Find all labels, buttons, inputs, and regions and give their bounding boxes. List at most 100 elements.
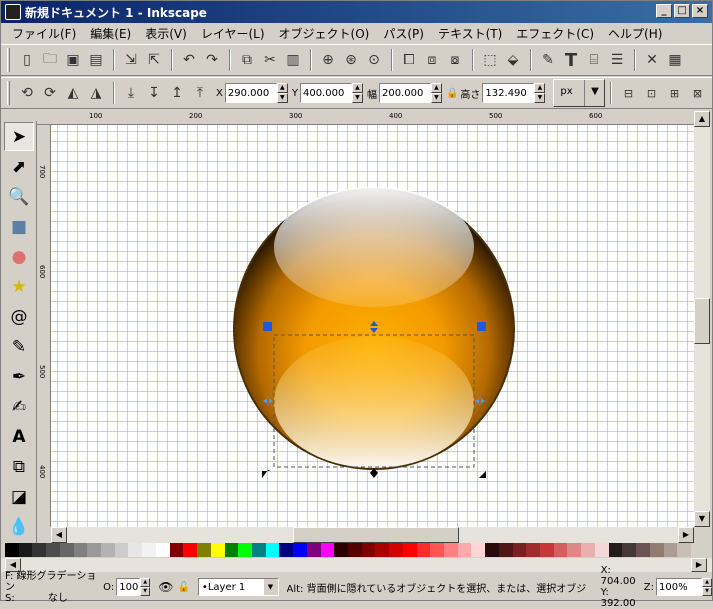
color-swatch[interactable] xyxy=(457,543,472,557)
orb-bottom-highlight[interactable] xyxy=(274,336,474,468)
menu-file[interactable]: ファイル(F) xyxy=(5,25,83,42)
color-swatch[interactable] xyxy=(210,543,225,557)
ellipse-tool-icon[interactable]: ● xyxy=(4,242,34,271)
zoom-drawing-icon[interactable]: ⊛ xyxy=(340,49,362,71)
spin-down-icon[interactable]: ▼ xyxy=(140,587,151,596)
color-swatch[interactable] xyxy=(265,543,280,557)
color-swatch[interactable] xyxy=(677,543,691,557)
color-swatch[interactable] xyxy=(169,543,184,557)
color-swatch[interactable] xyxy=(567,543,582,557)
move-gradients-icon[interactable]: ⊞ xyxy=(663,82,685,104)
pen-tool-icon[interactable]: ✒ xyxy=(4,362,34,391)
handle-bottom-right-icon[interactable] xyxy=(478,470,486,478)
color-swatch[interactable] xyxy=(32,543,47,557)
color-swatch[interactable] xyxy=(128,543,143,557)
zoom-page-icon[interactable]: ⊙ xyxy=(363,49,385,71)
raise-icon[interactable]: ↥ xyxy=(166,82,188,104)
fill-stroke-indicator[interactable]: F: 線形グラデーション S: なし xyxy=(1,571,103,604)
color-swatch[interactable] xyxy=(416,543,431,557)
menu-layer[interactable]: レイヤー(L) xyxy=(194,25,272,42)
move-patterns-icon[interactable]: ⊠ xyxy=(686,82,708,104)
color-swatch[interactable] xyxy=(73,543,88,557)
unlink-clone-icon[interactable]: ⧇ xyxy=(444,49,466,71)
color-swatch[interactable] xyxy=(183,543,198,557)
pencil-tool-icon[interactable]: ✎ xyxy=(4,332,34,361)
color-swatch[interactable] xyxy=(155,543,170,557)
calligraphy-tool-icon[interactable]: ✍ xyxy=(4,392,34,421)
width-input[interactable] xyxy=(378,83,431,103)
color-swatch[interactable] xyxy=(87,543,102,557)
new-document-icon[interactable]: ▯ xyxy=(16,49,38,71)
selector-tool-icon[interactable]: ➤ xyxy=(4,122,34,151)
connector-tool-icon[interactable]: ⧉ xyxy=(4,452,34,481)
spin-up-icon[interactable]: ▲ xyxy=(351,83,363,93)
color-swatch[interactable] xyxy=(293,543,307,557)
spin-up-icon[interactable]: ▲ xyxy=(702,578,712,587)
color-swatch[interactable] xyxy=(101,543,115,557)
height-input[interactable] xyxy=(482,83,535,103)
spin-up-icon[interactable]: ▲ xyxy=(276,83,288,93)
flip-vertical-icon[interactable]: ◮ xyxy=(85,82,107,104)
zoom-input[interactable] xyxy=(656,578,702,596)
color-swatch[interactable] xyxy=(636,543,650,557)
print-icon[interactable]: ▤ xyxy=(85,49,107,71)
copy-icon[interactable]: ⧉ xyxy=(236,49,258,71)
spin-down-icon[interactable]: ▼ xyxy=(534,93,546,103)
color-swatch[interactable] xyxy=(540,543,554,557)
preferences-icon[interactable]: ✕ xyxy=(641,49,663,71)
color-swatch[interactable] xyxy=(238,543,252,557)
color-swatch[interactable] xyxy=(279,543,294,557)
color-swatch[interactable] xyxy=(46,543,60,557)
color-swatch[interactable] xyxy=(471,543,486,557)
color-swatch[interactable] xyxy=(334,543,348,557)
dropper-tool-icon[interactable]: 💧 xyxy=(4,512,34,541)
opacity-input[interactable] xyxy=(116,578,141,596)
color-swatch[interactable] xyxy=(663,543,678,557)
scroll-down-icon[interactable]: ▼ xyxy=(694,511,710,527)
y-input[interactable] xyxy=(299,83,352,103)
color-swatch[interactable] xyxy=(320,543,335,557)
horizontal-scroll-thumb[interactable] xyxy=(293,527,459,543)
drawing-canvas[interactable] xyxy=(51,125,694,527)
color-swatch[interactable] xyxy=(59,543,74,557)
spin-up-icon[interactable]: ▲ xyxy=(534,83,546,93)
spin-up-icon[interactable]: ▲ xyxy=(140,578,151,587)
spiral-tool-icon[interactable]: @ xyxy=(4,302,34,331)
raise-to-top-icon[interactable]: ⤒ xyxy=(189,82,211,104)
menu-edit[interactable]: 編集(E) xyxy=(83,25,138,42)
color-swatch[interactable] xyxy=(622,543,637,557)
scroll-left-icon[interactable]: ◀ xyxy=(51,527,67,543)
zoom-tool-icon[interactable]: 🔍 xyxy=(4,182,34,211)
color-swatch[interactable] xyxy=(526,543,541,557)
text-font-icon[interactable]: T xyxy=(560,49,582,71)
align-distribute-icon[interactable]: ☰ xyxy=(606,49,628,71)
color-swatch[interactable] xyxy=(197,543,211,557)
horizontal-scrollbar[interactable]: ◀ ▶ xyxy=(51,527,694,543)
spin-down-icon[interactable]: ▼ xyxy=(276,93,288,103)
scroll-up-icon[interactable]: ▲ xyxy=(694,111,710,127)
import-icon[interactable]: ⇲ xyxy=(120,49,142,71)
color-swatch[interactable] xyxy=(485,543,499,557)
menu-text[interactable]: テキスト(T) xyxy=(431,25,509,42)
zoom-selection-icon[interactable]: ⊕ xyxy=(317,49,339,71)
duplicate-icon[interactable]: ⧠ xyxy=(398,49,420,71)
scroll-right-icon[interactable]: ▶ xyxy=(678,527,694,543)
orb-top-highlight[interactable] xyxy=(274,187,474,307)
spin-down-icon[interactable]: ▼ xyxy=(702,587,712,596)
menu-object[interactable]: オブジェクト(O) xyxy=(272,25,377,42)
unit-select[interactable]: px ▼ xyxy=(553,79,606,107)
menu-view[interactable]: 表示(V) xyxy=(138,25,194,42)
color-swatch[interactable] xyxy=(224,543,239,557)
color-swatch[interactable] xyxy=(444,543,458,557)
color-swatch[interactable] xyxy=(114,543,129,557)
color-swatch[interactable] xyxy=(594,543,609,557)
lower-to-bottom-icon[interactable]: ⤓ xyxy=(120,82,142,104)
vertical-scroll-thumb[interactable] xyxy=(694,298,710,344)
minimize-button[interactable]: _ xyxy=(656,4,672,18)
layer-lock-icon[interactable]: 🔓 xyxy=(177,582,189,593)
undo-icon[interactable]: ↶ xyxy=(178,49,200,71)
clone-icon[interactable]: ⧈ xyxy=(421,49,443,71)
spin-down-icon[interactable]: ▼ xyxy=(351,93,363,103)
vertical-scrollbar[interactable]: ▲ ▼ xyxy=(694,111,710,527)
menu-effects[interactable]: エフェクト(C) xyxy=(509,25,601,42)
